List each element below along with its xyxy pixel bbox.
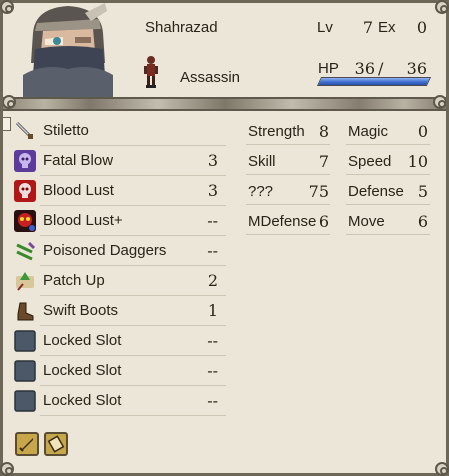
frame-corner-icon (0, 0, 14, 14)
frame-corner-icon (435, 0, 449, 14)
unit-status-window: Shahrazad Assassin Lv 7 Ex 0 HP 36 / 36 … (0, 0, 449, 476)
window-frame (0, 0, 449, 476)
frame-corner-icon (435, 462, 449, 476)
frame-corner-icon (0, 462, 14, 476)
